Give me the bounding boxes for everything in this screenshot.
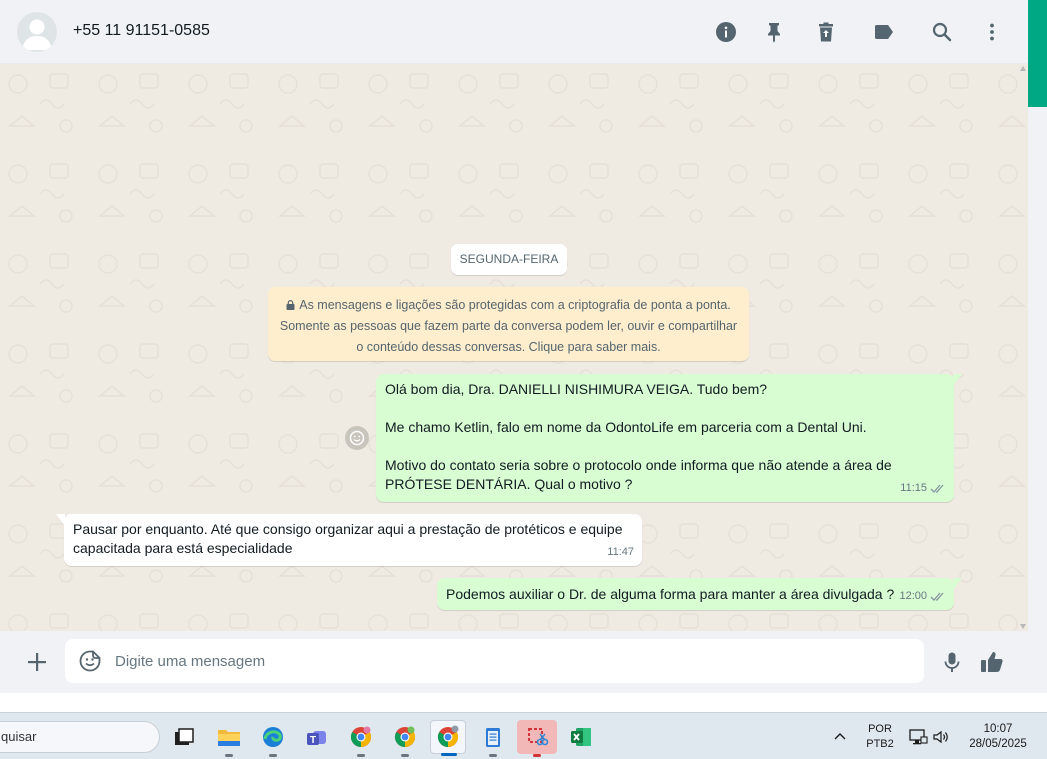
message-pane[interactable]: SEGUNDA-FEIRA As mensagens e ligações sã…: [0, 64, 1028, 631]
avatar[interactable]: [17, 12, 57, 52]
pin-icon[interactable]: [763, 20, 787, 44]
encryption-notice-line: As mensagens e ligações são protegidas c…: [268, 295, 749, 316]
message-text-line: Podemos auxiliar o Dr. de alguma forma p…: [446, 586, 895, 602]
input-language[interactable]: POR PTB2: [860, 722, 900, 752]
message-text-line: PRÓTESE DENTÁRIA. Qual o motivo ?: [385, 476, 633, 492]
message-input-box[interactable]: [65, 639, 924, 683]
network-icon[interactable]: [908, 727, 928, 747]
volume-icon[interactable]: [932, 728, 950, 746]
search-icon[interactable]: [930, 20, 954, 44]
taskbar-search[interactable]: quisar: [0, 721, 160, 753]
encryption-notice-line: o conteúdo dessas conversas. Clique para…: [356, 340, 661, 354]
message-text-line: Me chamo Ketlin, falo em nome da OdontoL…: [385, 419, 867, 435]
thumbs-up-icon[interactable]: [979, 649, 1005, 675]
delete-icon[interactable]: [814, 20, 838, 44]
menu-icon[interactable]: [980, 20, 1004, 44]
snipping-tool-icon[interactable]: [517, 720, 557, 757]
composer-bar: [0, 631, 1028, 693]
message-meta: 11:15: [900, 479, 946, 498]
running-indicator: [225, 754, 233, 757]
message-time: 11:15: [900, 482, 927, 494]
running-indicator: [489, 754, 497, 757]
message-bubble-outgoing[interactable]: Olá bom dia, Dra. DANIELLI NISHIMURA VEI…: [376, 374, 962, 502]
message-bubble-incoming[interactable]: Pausar por enquanto. Até que consigo org…: [56, 514, 642, 566]
language-code: POR: [868, 723, 892, 735]
notepad-icon[interactable]: [475, 720, 511, 757]
tray-overflow-chevron-icon[interactable]: [833, 729, 847, 743]
bubble-tail: [953, 374, 962, 386]
message-time: 11:47: [607, 546, 634, 558]
encryption-notice-line: Somente as pessoas que fazem parte da co…: [279, 319, 738, 333]
info-icon[interactable]: [714, 20, 738, 44]
running-indicator: [269, 754, 277, 757]
active-indicator: [441, 753, 457, 756]
whatsapp-window: +55 11 91151-0585 SEGUNDA-FEIRA As mensa…: [0, 0, 1028, 693]
teams-icon[interactable]: T: [299, 720, 335, 754]
clock-date: 28/05/2025: [969, 738, 1027, 750]
scroll-up-arrow[interactable]: [1020, 66, 1026, 71]
task-view-icon[interactable]: [166, 720, 202, 754]
message-text-line: [385, 437, 945, 456]
message-text-line: Olá bom dia, Dra. DANIELLI NISHIMURA VEI…: [385, 381, 768, 397]
read-ticks-icon: [930, 484, 944, 493]
message-text-line: Motivo do contato seria sobre o protocol…: [385, 457, 892, 473]
window-edge: [1028, 0, 1047, 693]
file-explorer-icon[interactable]: [211, 720, 247, 757]
running-indicator: [533, 754, 541, 757]
clock-time: 10:07: [983, 723, 1013, 735]
chrome-icon[interactable]: [387, 720, 423, 757]
message-input[interactable]: [115, 639, 905, 683]
keyboard-layout: PTB2: [866, 738, 894, 750]
attach-plus-icon[interactable]: [25, 650, 49, 674]
edge-icon[interactable]: [255, 720, 291, 757]
chat-header: +55 11 91151-0585: [0, 0, 1028, 64]
clock[interactable]: 10:07 28/05/2025: [958, 722, 1038, 752]
emoji-reaction-icon[interactable]: [345, 426, 369, 450]
message-time: 12:00: [899, 590, 927, 602]
message-meta: 12:00: [899, 587, 946, 606]
scroll-down-arrow[interactable]: [1020, 624, 1026, 629]
chrome-icon[interactable]: [430, 720, 466, 756]
sticker-emoji-icon[interactable]: [78, 649, 102, 673]
excel-icon[interactable]: [563, 720, 599, 754]
contact-name[interactable]: +55 11 91151-0585: [73, 22, 210, 40]
message-bubble-outgoing[interactable]: Podemos auxiliar o Dr. de alguma forma p…: [437, 578, 962, 610]
chrome-icon[interactable]: [343, 720, 379, 757]
message-meta: 11:47: [607, 543, 634, 562]
window-accent-bar: [1028, 0, 1047, 107]
running-indicator: [401, 754, 409, 757]
svg-text:T: T: [310, 735, 316, 746]
label-icon[interactable]: [872, 20, 896, 44]
day-separator: SEGUNDA-FEIRA: [451, 244, 567, 275]
encryption-notice[interactable]: As mensagens e ligações são protegidas c…: [268, 287, 749, 361]
running-indicator: [357, 754, 365, 757]
bubble-tail: [953, 578, 962, 590]
desktop-gap: [0, 693, 1047, 712]
read-ticks-icon: [930, 592, 944, 601]
message-text-line: capacitada para está especialidade: [73, 540, 293, 556]
bubble-tail: [56, 514, 65, 526]
microphone-icon[interactable]: [940, 650, 964, 674]
message-text-line: [385, 399, 945, 418]
message-text-line: Pausar por enquanto. Até que consigo org…: [73, 521, 623, 537]
windows-taskbar: quisar T POR PTB2 10:07 28/05/2025: [0, 712, 1047, 759]
lock-icon: [286, 300, 295, 310]
